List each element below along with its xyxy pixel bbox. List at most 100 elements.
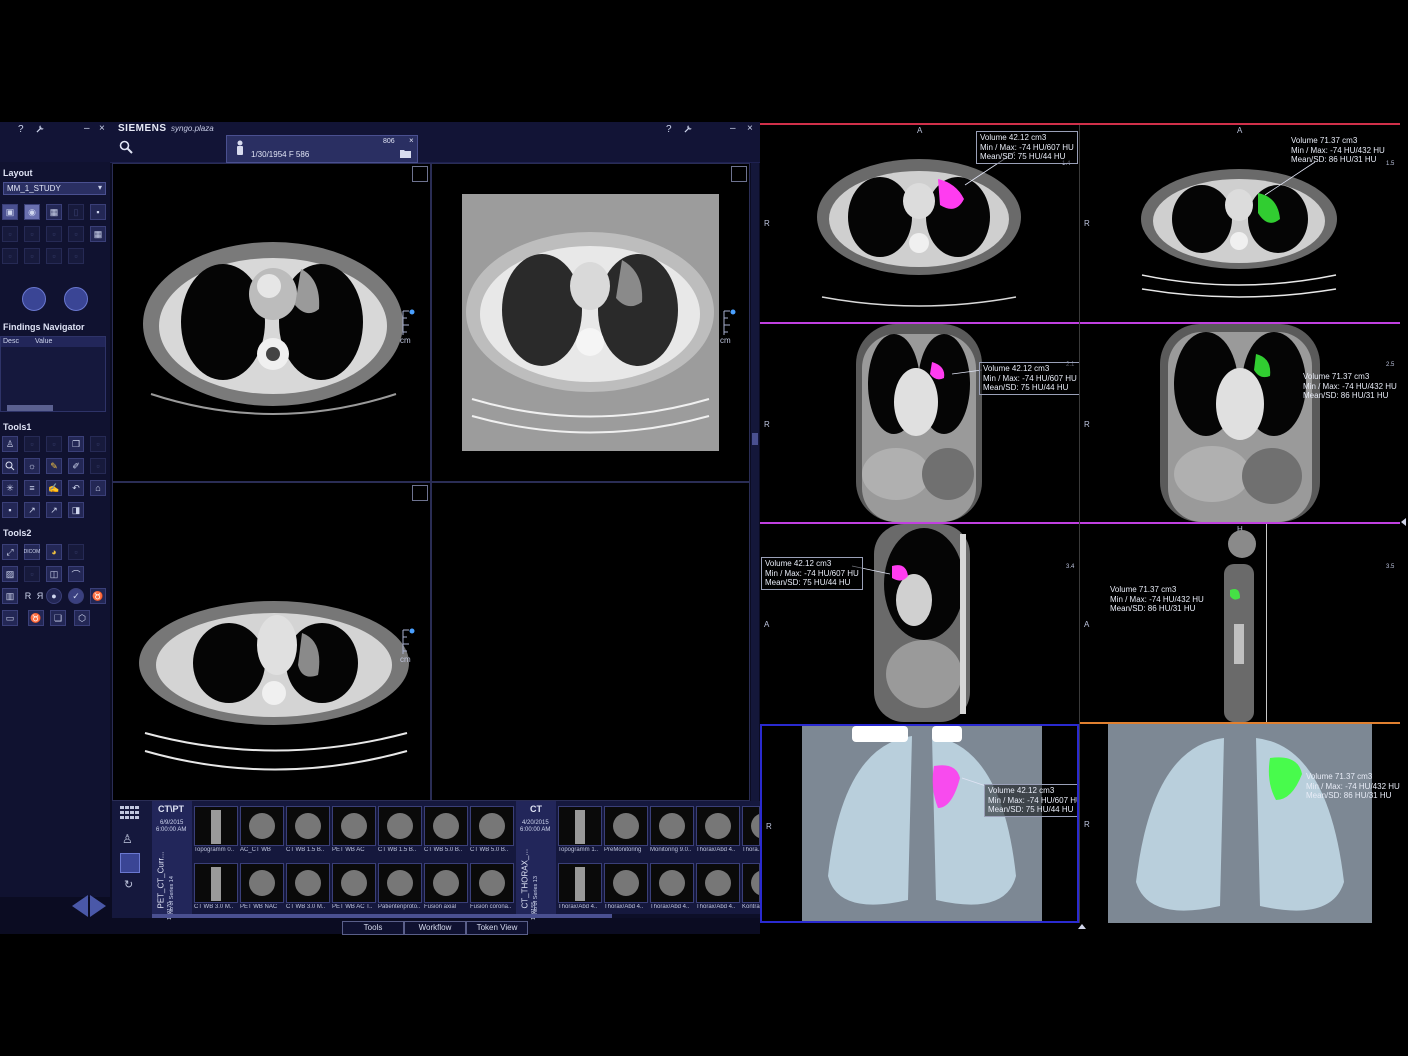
folder-open-icon[interactable] xyxy=(399,148,413,161)
patient-browser-round-button[interactable] xyxy=(22,287,46,311)
save-tool-button[interactable]: ▪ xyxy=(2,502,18,518)
study-1-header[interactable]: CT\PT 6/9/2015 6:00:00 AM PET_CT_Curr...… xyxy=(152,801,192,920)
annotate-tool-button[interactable]: ✐ xyxy=(68,458,84,474)
help-button[interactable]: ? xyxy=(18,124,24,135)
stack-tool-button[interactable]: ≡ xyxy=(24,480,40,496)
tab-tools[interactable]: Tools xyxy=(342,921,404,935)
series-thumbnail[interactable] xyxy=(696,806,740,846)
side-expand-icon[interactable] xyxy=(1401,518,1406,526)
wrench-icon[interactable] xyxy=(36,124,45,135)
layout-grid-a-button[interactable]: ▫ xyxy=(2,226,18,242)
series-thumbnail[interactable] xyxy=(604,863,648,903)
mpr-axial-green[interactable]: A R 1.5 Volume 71.37 cm3 Min / Max: -74 … xyxy=(1080,125,1400,322)
layout-1x1-button[interactable]: ▣ xyxy=(2,204,18,220)
findings-table[interactable]: Desc Value xyxy=(0,336,106,412)
sphere-tool-button[interactable]: ● xyxy=(46,588,62,604)
study-2-header[interactable]: CT 4/20/2015 6:00:00 AM CT_THORAX_... No… xyxy=(516,801,556,920)
viewport-axial-lung-window[interactable]: cm xyxy=(431,163,750,482)
lungs-tool-button[interactable]: ♉ xyxy=(90,588,106,604)
minimize-button[interactable]: – xyxy=(84,123,90,134)
tab-workflow[interactable]: Workflow xyxy=(404,921,466,935)
patient-tool-button[interactable]: ♙ xyxy=(2,436,18,452)
series-thumbnail[interactable] xyxy=(332,863,376,903)
refresh-icon[interactable]: ↻ xyxy=(124,878,133,891)
mpr-coronal-pink[interactable]: H R 2.1 Volume 42.12 cm3 Min / Max: -74 … xyxy=(760,324,1079,522)
tool-dim-5[interactable]: ▫ xyxy=(68,544,84,560)
series-thumbnail[interactable] xyxy=(604,806,648,846)
tool-dim-1[interactable]: ▫ xyxy=(24,436,40,452)
viewport-maximize-icon-3[interactable] xyxy=(412,485,428,501)
measure-tool-button[interactable]: ✎ xyxy=(46,458,62,474)
patient-view-icon[interactable]: ♙ xyxy=(122,832,133,846)
send-tool-button[interactable]: ↗ xyxy=(46,502,62,518)
layout-save-button[interactable]: ▪ xyxy=(90,204,106,220)
mpr-axial-pink[interactable]: A R 1.4 Volume 42.12 cm3 Min / Max: -74 … xyxy=(760,125,1079,322)
copy-tool-button[interactable]: ❐ xyxy=(68,436,84,452)
dicom-tool-button[interactable]: DICOM xyxy=(24,544,40,560)
layout-delete-button[interactable]: ▯ xyxy=(68,204,84,220)
layout-grid-c-button[interactable]: ▫ xyxy=(46,226,62,242)
curve-tool-button[interactable]: ⌒ xyxy=(68,566,84,582)
patient-card[interactable]: 1/30/1954 F 586 806 × xyxy=(226,135,418,163)
check-tool-button[interactable]: ✓ xyxy=(68,588,84,604)
panel-collapse-icon[interactable] xyxy=(1078,924,1086,929)
series-thumbnail[interactable] xyxy=(424,806,468,846)
image-tool-button[interactable]: ▨ xyxy=(2,566,18,582)
layers-tool-button[interactable]: ❏ xyxy=(50,610,66,626)
patient-close-button[interactable]: × xyxy=(409,136,414,145)
series-thumbnail[interactable] xyxy=(696,863,740,903)
series-thumbnail[interactable] xyxy=(650,863,694,903)
series-thumbnail[interactable] xyxy=(558,806,602,846)
mpr-coronal-green[interactable]: H R 2.5 Volume 71.37 cm3 Min / Max: -74 … xyxy=(1080,324,1400,522)
series-thumbnail[interactable] xyxy=(742,806,760,846)
tab-token-view[interactable]: Token View xyxy=(466,921,528,935)
series-thumbnail[interactable] xyxy=(470,863,514,903)
fusion-tool-button[interactable]: ◕ xyxy=(46,544,62,560)
undo-tool-button[interactable]: ↶ xyxy=(68,480,84,496)
viewport-empty[interactable] xyxy=(431,482,750,801)
series-thumbnail[interactable] xyxy=(650,806,694,846)
series-thumbnail[interactable] xyxy=(470,806,514,846)
palette-tool-button[interactable]: ◨ xyxy=(68,502,84,518)
expand-tool-button[interactable]: ⤢ xyxy=(2,544,18,560)
findings-scrollbar[interactable] xyxy=(7,405,53,411)
crosshair-tool-button[interactable]: ✳ xyxy=(2,480,18,496)
series-thumbnail[interactable] xyxy=(194,863,238,903)
edit-tool-button[interactable]: ✍ xyxy=(46,480,62,496)
layout-select[interactable]: MM_1_STUDY ▾ xyxy=(3,182,106,195)
viewer-help-button[interactable]: ? xyxy=(666,124,672,135)
layout-grid-f-button[interactable]: ▫ xyxy=(2,248,18,264)
layout-grid-i-button[interactable]: ▫ xyxy=(68,248,84,264)
series-thumbnail[interactable] xyxy=(194,806,238,846)
window-tool-button[interactable]: ▭ xyxy=(2,610,18,626)
series-thumbnail[interactable] xyxy=(286,806,330,846)
search-icon[interactable] xyxy=(119,140,133,156)
layout-grid-h-button[interactable]: ▫ xyxy=(46,248,62,264)
layout-2x2-button[interactable]: ◉ xyxy=(24,204,40,220)
viewport-maximize-icon[interactable] xyxy=(412,166,428,182)
home-tool-button[interactable]: ⌂ xyxy=(90,480,106,496)
series-thumbnail[interactable] xyxy=(424,863,468,903)
close-button[interactable]: × xyxy=(99,123,105,134)
mpr-vrt-pink[interactable]: R H Volume 42.12 cm3 Min / Max: -74 HU/6… xyxy=(760,724,1079,923)
series-thumbnail[interactable] xyxy=(558,863,602,903)
series-thumbnail[interactable] xyxy=(742,863,760,903)
viewer-close-button[interactable]: × xyxy=(747,123,753,134)
cube-tool-button[interactable]: ⬡ xyxy=(74,610,90,626)
window-level-tool-button[interactable]: ☼ xyxy=(24,458,40,474)
series-thumbnail[interactable] xyxy=(240,863,284,903)
tool-dim-3[interactable]: ▫ xyxy=(90,436,106,452)
series-thumbnail[interactable] xyxy=(378,806,422,846)
mpr-sagittal-green[interactable]: H A 3.5 Volume 71.37 cm3 Min / Max: -74 … xyxy=(1080,524,1400,722)
arrow-round-button[interactable] xyxy=(64,287,88,311)
lungs-add-tool-button[interactable]: ♉ xyxy=(28,610,44,626)
series-thumbnail[interactable] xyxy=(332,806,376,846)
viewport-scrollbar[interactable] xyxy=(751,163,759,801)
series-view-icon[interactable] xyxy=(120,853,140,873)
mpr-vrt-green[interactable]: R H Volume 71.37 cm3 Min / Max: -74 HU/4… xyxy=(1080,724,1400,923)
layout-grid-d-button[interactable]: ▫ xyxy=(68,226,84,242)
viewport-maximize-icon-2[interactable] xyxy=(731,166,747,182)
tool-dim-6[interactable]: ▫ xyxy=(24,566,40,582)
mpr-tool-button[interactable]: ◫ xyxy=(46,566,62,582)
viewer-minimize-button[interactable]: – xyxy=(730,123,736,134)
